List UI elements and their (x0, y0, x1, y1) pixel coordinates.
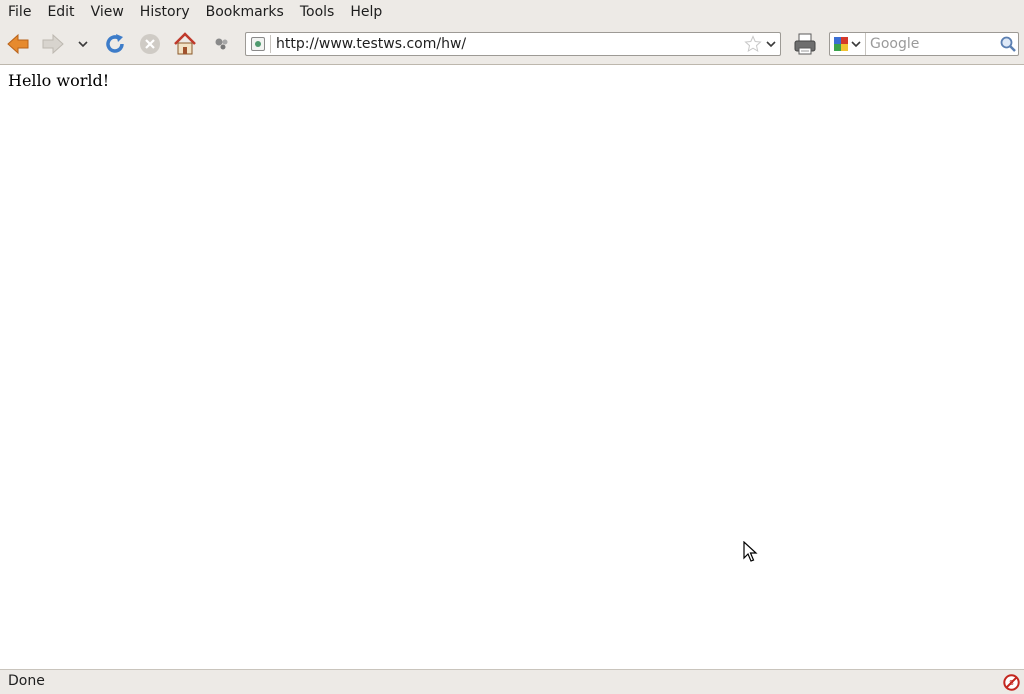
reload-icon (106, 34, 124, 53)
site-identity-icon[interactable] (251, 37, 265, 51)
menu-bookmarks[interactable]: Bookmarks (198, 0, 292, 24)
forward-button[interactable] (39, 30, 67, 58)
url-input[interactable] (274, 33, 738, 55)
home-icon (174, 32, 196, 55)
menu-history[interactable]: History (132, 0, 198, 24)
addons-button[interactable] (208, 30, 236, 58)
magnifier-icon[interactable] (999, 35, 1017, 53)
navigation-toolbar (0, 24, 1024, 65)
status-text: Done (8, 673, 45, 689)
back-button[interactable] (4, 30, 32, 58)
page-text: Hello world! (8, 71, 110, 90)
menu-view[interactable]: View (83, 0, 132, 24)
stop-button[interactable] (136, 30, 164, 58)
search-bar (829, 32, 1019, 56)
home-button[interactable] (171, 30, 199, 58)
print-button[interactable] (791, 30, 819, 58)
chevron-down-icon (78, 41, 88, 48)
menu-tools[interactable]: Tools (292, 0, 343, 24)
back-arrow-icon (7, 33, 29, 55)
url-bar (245, 32, 781, 56)
search-engine-button[interactable] (830, 33, 866, 55)
menu-bar: File Edit View History Bookmarks Tools H… (0, 0, 1024, 24)
stop-icon (140, 34, 160, 54)
page-content: Hello world! (0, 65, 1024, 669)
google-icon (834, 37, 861, 51)
mouse-cursor-icon (743, 541, 758, 562)
history-dropdown-button[interactable] (72, 30, 94, 58)
status-bar: Done S (0, 669, 1024, 694)
star-icon[interactable] (744, 35, 762, 53)
forward-arrow-icon (42, 33, 64, 55)
menu-help[interactable]: Help (342, 0, 390, 24)
reload-button[interactable] (101, 30, 129, 58)
divider (270, 35, 271, 53)
menu-file[interactable]: File (0, 0, 39, 24)
menu-edit[interactable]: Edit (39, 0, 82, 24)
svg-text:S: S (1009, 679, 1014, 687)
blocked-icon[interactable]: S (1003, 674, 1020, 691)
printer-icon (794, 33, 816, 55)
url-dropdown-icon[interactable] (765, 38, 777, 50)
search-input[interactable] (868, 33, 998, 55)
puzzle-icon (215, 38, 228, 50)
